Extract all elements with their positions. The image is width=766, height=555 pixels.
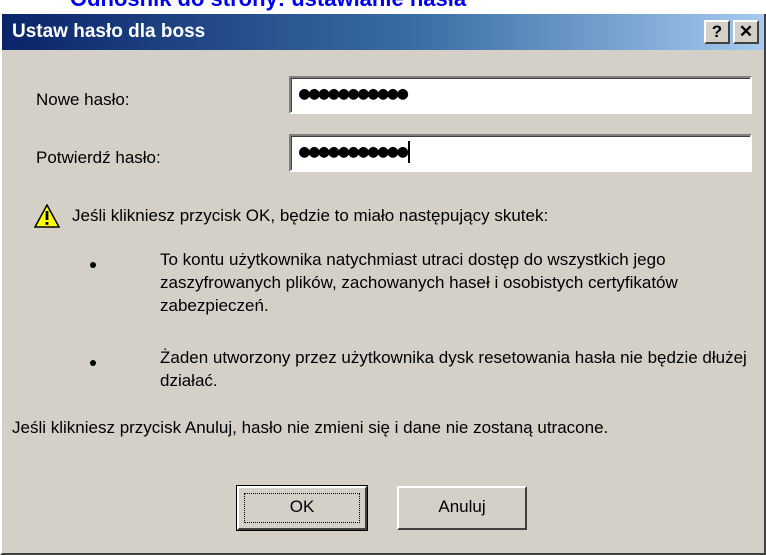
- set-password-dialog: Ustaw hasło dla boss ? ✕ Nowe hasło: ●●●…: [0, 14, 766, 555]
- ok-button[interactable]: OK: [236, 485, 368, 531]
- bullet-dot: [90, 360, 96, 366]
- text-caret: [408, 141, 411, 163]
- cancel-button-label: Anuluj: [438, 497, 486, 516]
- confirm-password-label: Potwierdź hasło:: [36, 148, 161, 167]
- warning-intro-text: Jeśli klikniesz przycisk OK, będzie to m…: [72, 206, 549, 225]
- top-strip-link-text[interactable]: Odnośnik do strony: ustawianie hasła: [70, 0, 466, 12]
- cancel-note-text: Jeśli klikniesz przycisk Anuluj, hasło n…: [12, 418, 609, 437]
- confirm-password-value: ●●●●●●●●●●●: [299, 141, 408, 162]
- close-icon: ✕: [738, 22, 754, 41]
- cancel-button[interactable]: Anuluj: [397, 486, 527, 530]
- bullet-dot: [90, 262, 96, 268]
- warning-bullet-2: Żaden utworzony przez użytkownika dysk r…: [160, 348, 747, 390]
- confirm-password-field[interactable]: ●●●●●●●●●●●: [289, 134, 752, 172]
- close-button[interactable]: ✕: [733, 20, 759, 44]
- warning-bullet-1: To kontu użytkownika natychmiast utraci …: [160, 250, 678, 315]
- dialog-titlebar[interactable]: Ustaw hasło dla boss ? ✕: [2, 14, 764, 50]
- warning-triangle-icon: [34, 204, 60, 228]
- new-password-field[interactable]: ●●●●●●●●●●●: [289, 76, 752, 114]
- dialog-title: Ustaw hasło dla boss: [12, 21, 206, 42]
- new-password-value: ●●●●●●●●●●●: [299, 83, 408, 104]
- new-password-label: Nowe hasło:: [36, 90, 130, 109]
- help-button[interactable]: ?: [704, 20, 730, 44]
- focus-rectangle: [244, 493, 360, 523]
- page-top-strip: Odnośnik do strony: ustawianie hasła: [0, 0, 766, 14]
